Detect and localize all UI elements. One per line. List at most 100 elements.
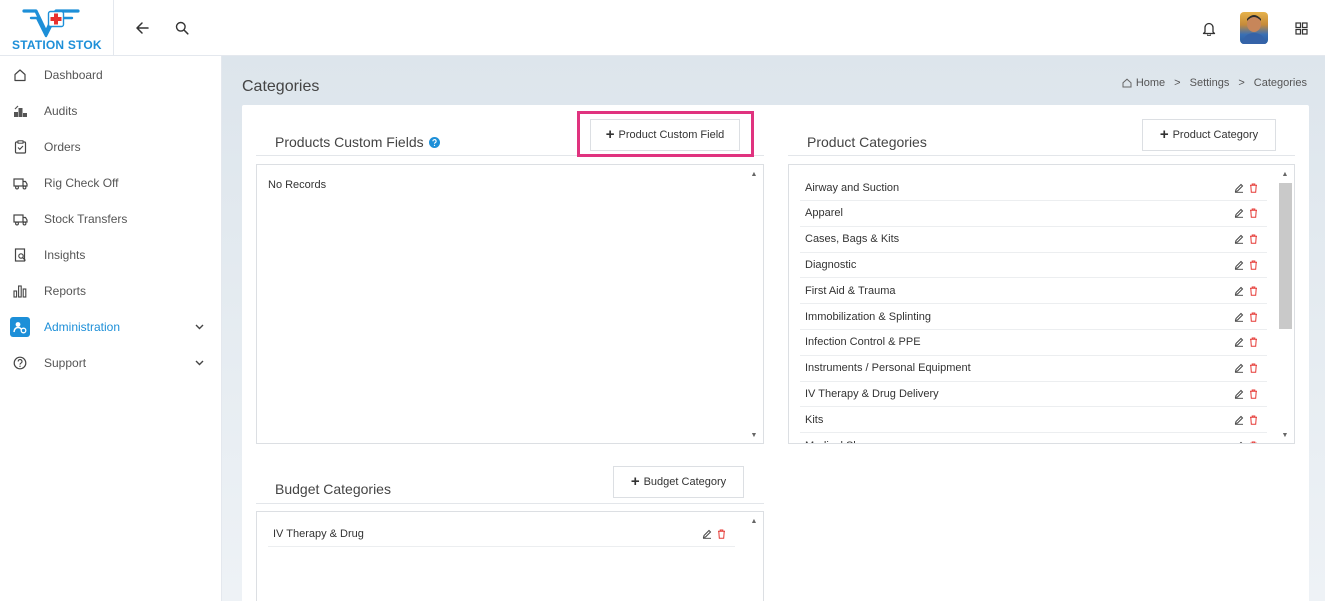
sidebar-item-dashboard[interactable]: Dashboard [0, 57, 222, 93]
categories-card: Products Custom Fields + Product Custom … [242, 105, 1309, 601]
add-product-category-label: Product Category [1172, 129, 1259, 141]
truck-icon [11, 174, 29, 192]
delete-icon[interactable] [1248, 285, 1259, 296]
arrow-left-icon [136, 22, 149, 34]
logo[interactable]: STATION STOK [0, 0, 114, 56]
edit-icon[interactable] [1233, 311, 1244, 322]
list-item: Immobilization & Splinting [800, 304, 1267, 330]
list-item: Cases, Bags & Kits [800, 227, 1267, 253]
category-name: Kits [805, 413, 824, 426]
breadcrumb-home-label: Home [1135, 77, 1166, 89]
row-actions [1233, 440, 1259, 443]
top-bar: STATION STOK [0, 0, 1325, 56]
sidebar-item-support[interactable]: Support [0, 345, 222, 381]
scroll-up-arrow[interactable]: ▲ [749, 516, 759, 526]
category-name: Diagnostic [805, 258, 857, 271]
delete-icon[interactable] [1248, 414, 1259, 425]
add-product-custom-field-button[interactable]: + Product Custom Field [590, 119, 740, 151]
edit-icon[interactable] [1233, 208, 1244, 219]
divider [788, 155, 1295, 156]
add-product-category-button[interactable]: + Product Category [1142, 119, 1276, 151]
search-button[interactable] [170, 16, 194, 40]
row-actions [1233, 234, 1259, 245]
sidebar-item-label: Administration [44, 320, 121, 334]
clipboard-icon [11, 138, 29, 156]
delete-icon[interactable] [1248, 182, 1259, 193]
sidebar-item-label: Audits [44, 104, 78, 118]
delete-icon[interactable] [1248, 388, 1259, 399]
sidebar-item-audits[interactable]: Audits [0, 93, 222, 129]
bell-icon [1202, 22, 1216, 36]
row-actions [1233, 311, 1259, 322]
sidebar-item-administration[interactable]: Administration [0, 309, 222, 345]
sidebar-item-reports[interactable]: Reports [0, 273, 222, 309]
list-item: Kits [800, 407, 1267, 434]
chevron-down-icon [193, 321, 205, 333]
back-button[interactable] [130, 16, 154, 40]
custom-fields-list[interactable]: No Records ▲ ▼ [256, 164, 764, 444]
scroll-up-arrow[interactable]: ▲ [1280, 169, 1290, 179]
delete-icon[interactable] [716, 528, 727, 539]
grid-icon [1294, 21, 1308, 35]
scroll-down-arrow[interactable]: ▼ [749, 430, 759, 440]
row-actions [1233, 285, 1259, 296]
edit-icon[interactable] [1233, 234, 1244, 245]
row-actions [1233, 337, 1259, 348]
sidebar-item-label: Orders [44, 140, 81, 154]
edit-icon[interactable] [1233, 440, 1244, 443]
bar-chart-icon [11, 282, 29, 300]
category-name: Airway and Suction [805, 181, 900, 194]
category-name: Infection Control & PPE [805, 336, 921, 349]
edit-icon[interactable] [1233, 363, 1244, 374]
scroll-up-arrow[interactable]: ▲ [749, 169, 759, 179]
plus-icon: + [605, 126, 615, 143]
row-actions [1233, 259, 1259, 270]
scroll-down-arrow[interactable]: ▼ [1280, 430, 1290, 440]
sidebar-item-rig-check-off[interactable]: Rig Check Off [0, 165, 222, 201]
row-actions [701, 528, 727, 539]
edit-icon[interactable] [1233, 414, 1244, 425]
category-name: First Aid & Trauma [805, 284, 896, 297]
notifications-button[interactable] [1197, 16, 1221, 40]
edit-icon[interactable] [1233, 388, 1244, 399]
sidebar-item-orders[interactable]: Orders [0, 129, 222, 165]
chevron-down-icon [193, 357, 205, 369]
category-name: Instruments / Personal Equipment [805, 362, 971, 375]
help-icon[interactable] [428, 136, 440, 148]
row-actions [1233, 208, 1259, 219]
breadcrumb-settings[interactable]: Settings [1190, 77, 1230, 89]
breadcrumb-home[interactable]: Home [1122, 77, 1165, 89]
delete-icon[interactable] [1248, 311, 1259, 322]
user-photo-icon [1242, 15, 1266, 44]
delete-icon[interactable] [1248, 259, 1259, 270]
delete-icon[interactable] [1248, 363, 1259, 374]
list-item: Diagnostic [800, 252, 1267, 279]
add-product-custom-field-label: Product Custom Field [618, 129, 725, 141]
add-budget-category-label: Budget Category [643, 476, 727, 488]
edit-icon[interactable] [1233, 259, 1244, 270]
avatar[interactable] [1240, 12, 1268, 44]
edit-icon[interactable] [1233, 337, 1244, 348]
breadcrumb-current: Categories [1253, 77, 1307, 89]
edit-icon[interactable] [1233, 285, 1244, 296]
apps-menu-button[interactable] [1289, 16, 1313, 40]
edit-icon[interactable] [1233, 182, 1244, 193]
delete-icon[interactable] [1248, 337, 1259, 348]
plus-icon: + [1159, 126, 1169, 143]
list-item: IV Therapy & Drug [268, 521, 735, 547]
category-name: Medical Sharps [805, 440, 881, 444]
sidebar-item-label: Support [44, 356, 87, 370]
delete-icon[interactable] [1248, 234, 1259, 245]
delete-icon[interactable] [1248, 208, 1259, 219]
sidebar-item-stock-transfers[interactable]: Stock Transfers [0, 201, 222, 237]
add-budget-category-button[interactable]: + Budget Category [613, 466, 744, 498]
home-icon [11, 66, 29, 84]
budget-categories-list[interactable]: IV Therapy & Drug ▲ [256, 511, 764, 601]
logo-mark-icon [22, 9, 80, 38]
product-categories-list[interactable]: Airway and Suction Apparel Cases, Bags & K… [788, 164, 1295, 444]
scrollbar-thumb[interactable] [1279, 183, 1292, 329]
plus-icon: + [630, 473, 640, 490]
edit-icon[interactable] [701, 528, 712, 539]
sidebar-item-insights[interactable]: Insights [0, 237, 222, 273]
delete-icon[interactable] [1248, 440, 1259, 443]
